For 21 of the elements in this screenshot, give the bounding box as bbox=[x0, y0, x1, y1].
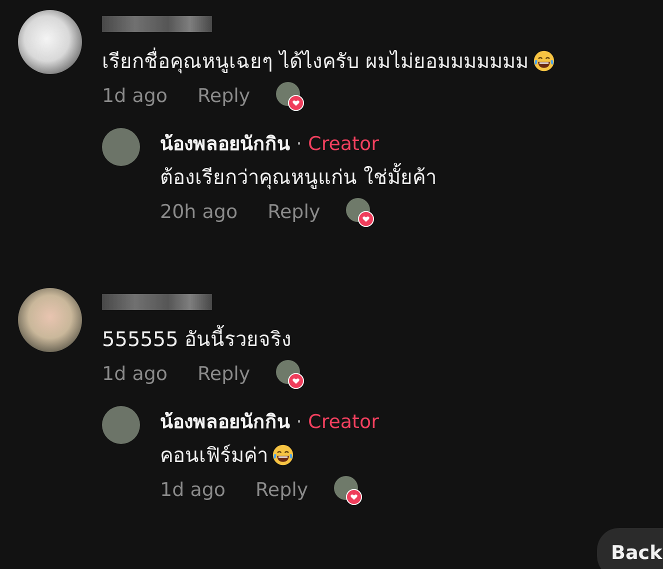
comment-text: คอนเฟิร์มค่า bbox=[160, 440, 379, 470]
avatar-photo bbox=[102, 128, 140, 166]
comment-text: เรียกชื่อคุณหนูเฉยๆ ได้ไงครับ ผมไม่ยอมมมมมมม bbox=[102, 46, 555, 76]
reply-link[interactable]: Reply bbox=[198, 363, 250, 385]
author-name[interactable]: น้องพลอยนักกิน bbox=[160, 128, 290, 158]
reply-link[interactable]: Reply bbox=[256, 479, 308, 501]
timestamp: 1d ago bbox=[160, 479, 226, 501]
timestamp: 20h ago bbox=[160, 201, 238, 223]
separator-dot: · bbox=[296, 133, 302, 155]
creator-label: Creator bbox=[308, 133, 379, 155]
reply-link[interactable]: Reply bbox=[268, 201, 320, 223]
creator-label: Creator bbox=[308, 411, 379, 433]
timestamp: 1d ago bbox=[102, 363, 168, 385]
timestamp: 1d ago bbox=[102, 85, 168, 107]
author-name[interactable]: น้องพลอยนักกิน bbox=[160, 406, 290, 436]
separator-dot: · bbox=[296, 411, 302, 433]
comment-text: 555555 อันนี้รวยจริง bbox=[102, 324, 379, 354]
comment-text: ต้องเรียกว่าคุณหนูแก่น ใช่มั้ยค้า bbox=[160, 162, 436, 192]
avatar-photo bbox=[102, 406, 140, 444]
reply-link[interactable]: Reply bbox=[198, 85, 250, 107]
back-button[interactable]: Back bbox=[597, 528, 663, 569]
